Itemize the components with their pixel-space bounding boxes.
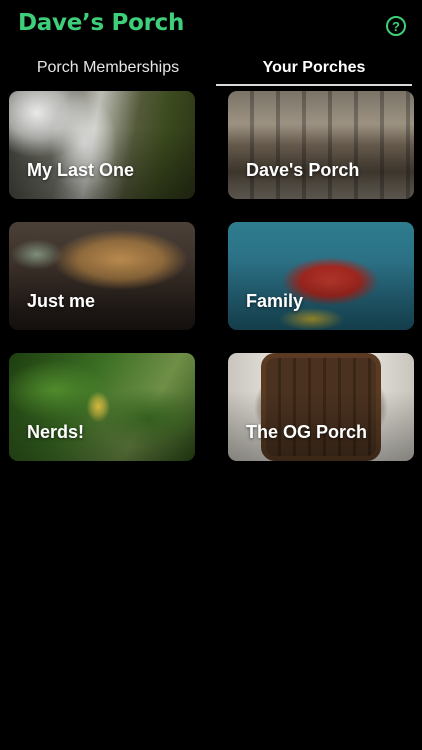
porch-card-the-og-porch[interactable]: The OG Porch: [228, 353, 414, 461]
porch-card-label: Just me: [27, 291, 96, 311]
porch-card-just-me[interactable]: Just me: [9, 222, 195, 330]
porch-card-label: Family: [246, 291, 304, 311]
porch-card-nerds[interactable]: Nerds!: [9, 353, 195, 461]
porch-card-label: My Last One: [27, 160, 135, 180]
porch-card-label: Dave's Porch: [246, 160, 360, 180]
porch-card-label: Nerds!: [27, 422, 85, 442]
porch-card-family[interactable]: Family: [228, 222, 414, 330]
porch-grid: My Last One Dave's Porch Just me Family …: [0, 0, 422, 750]
porch-card-daves-porch[interactable]: Dave's Porch: [228, 91, 414, 199]
porch-card-label: The OG Porch: [246, 422, 368, 442]
porch-card-my-last-one[interactable]: My Last One: [9, 91, 195, 199]
